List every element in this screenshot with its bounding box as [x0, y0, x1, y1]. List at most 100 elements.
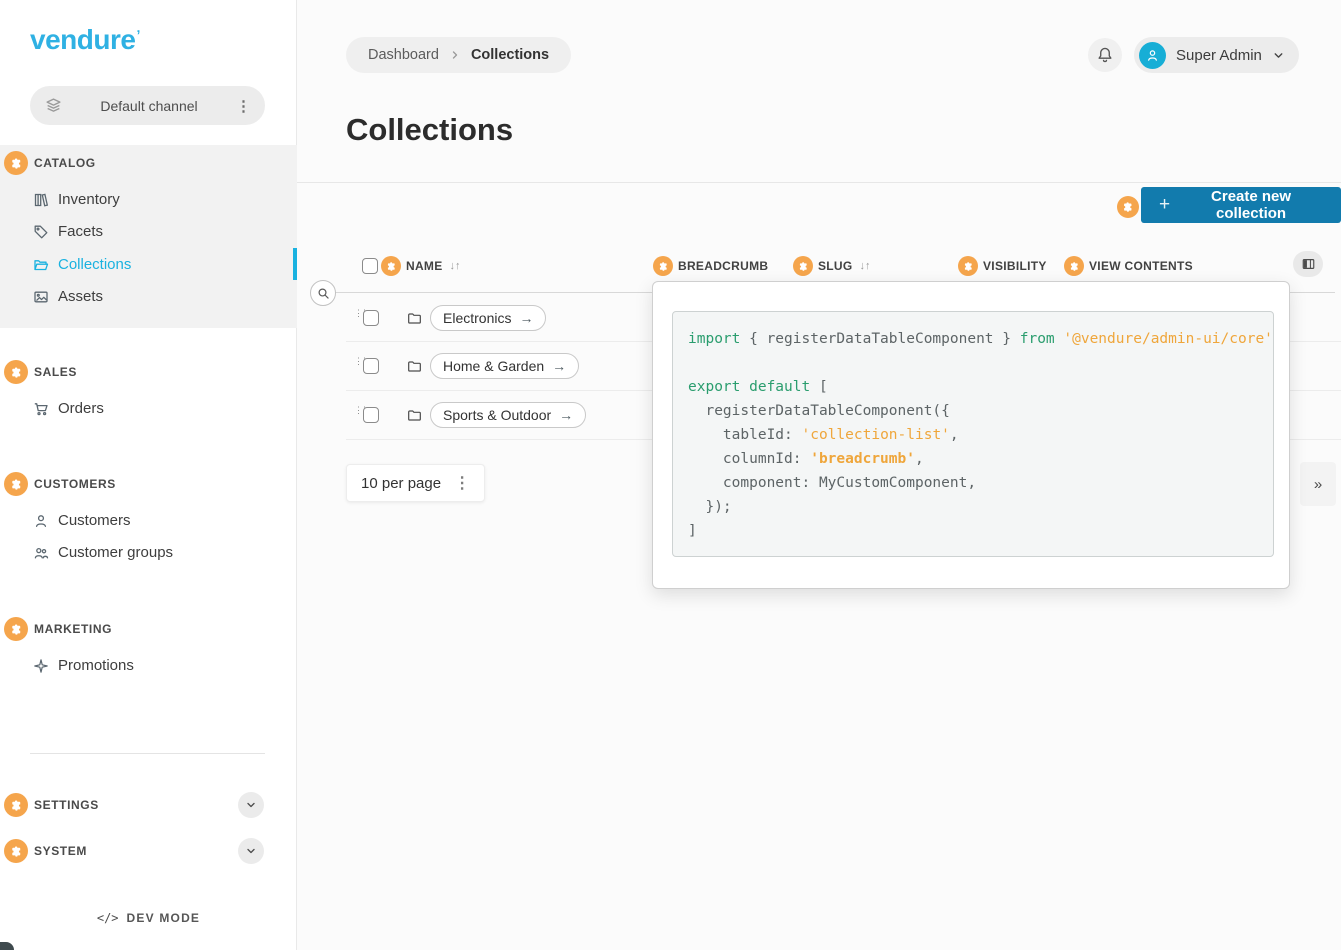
section-label: SYSTEM	[34, 844, 87, 858]
chevron-down-icon	[245, 845, 257, 857]
bell-icon	[1096, 46, 1114, 64]
dev-badge-icon[interactable]	[4, 839, 28, 863]
row-checkbox[interactable]	[363, 407, 379, 423]
sidebar-section-catalog: CATALOG	[4, 151, 96, 175]
sidebar-section-marketing: MARKETING	[4, 617, 112, 641]
sidebar-item-label: Collections	[58, 256, 131, 273]
dev-badge-icon[interactable]	[4, 472, 28, 496]
sidebar-item-customer-groups[interactable]: Customer groups	[0, 537, 293, 568]
breadcrumb-dashboard[interactable]: Dashboard	[368, 47, 439, 63]
layers-icon	[45, 97, 62, 114]
search-button[interactable]	[310, 280, 336, 306]
code-line: registerDataTableComponent({	[688, 399, 1273, 423]
logo-text: vendure	[30, 24, 135, 55]
dev-badge-icon[interactable]	[653, 256, 673, 276]
code-line: tableId: 'collection-list',	[688, 423, 1273, 447]
arrow-right-icon: →	[519, 310, 533, 326]
code-line: });	[688, 495, 1273, 519]
page-title: Collections	[346, 112, 513, 148]
main-content: Dashboard Collections Super Admin Collec…	[297, 0, 1341, 950]
column-header-visibility[interactable]: VISIBILITY	[958, 256, 1047, 276]
collection-name: Electronics	[443, 310, 511, 326]
dev-mode-toggle[interactable]: </>DEV MODE	[0, 911, 297, 925]
dev-badge-icon[interactable]	[4, 617, 28, 641]
code-line: export default [	[688, 375, 1273, 399]
column-label: VIEW CONTENTS	[1089, 259, 1193, 273]
sidebar-section-sales: SALES	[4, 360, 77, 384]
channel-selector[interactable]: Default channel ⋮	[30, 86, 265, 125]
columns-icon	[1301, 257, 1316, 271]
section-label: CUSTOMERS	[34, 477, 116, 491]
kebab-menu-icon: ⋮	[454, 473, 470, 493]
dev-badge-icon[interactable]	[4, 360, 28, 384]
user-menu[interactable]: Super Admin	[1134, 37, 1299, 73]
row-checkbox[interactable]	[363, 310, 379, 326]
cart-icon	[33, 401, 50, 417]
dev-mode-label: DEV MODE	[127, 911, 201, 925]
sidebar-item-customers[interactable]: Customers	[0, 505, 293, 536]
select-all-checkbox[interactable]	[362, 258, 378, 274]
create-new-collection-button[interactable]: + Create new collection	[1141, 187, 1341, 223]
search-icon	[317, 287, 330, 300]
items-per-page-selector[interactable]: 10 per page ⋮	[346, 464, 485, 502]
section-label: CATALOG	[34, 156, 96, 170]
breadcrumb: Dashboard Collections	[346, 37, 571, 73]
collection-name-chip[interactable]: Home & Garden →	[430, 353, 579, 379]
arrow-right-icon: →	[552, 358, 566, 374]
sidebar-item-orders[interactable]: Orders	[0, 393, 293, 424]
column-header-slug[interactable]: SLUG ↓↑	[793, 256, 871, 276]
dev-badge-icon[interactable]	[793, 256, 813, 276]
sidebar-item-label: Assets	[58, 288, 103, 305]
section-label: SALES	[34, 365, 77, 379]
sidebar-item-assets[interactable]: Assets	[0, 281, 293, 312]
tag-icon	[33, 224, 50, 240]
collection-name: Home & Garden	[443, 358, 544, 374]
column-header-breadcrumb[interactable]: BREADCRUMB	[653, 256, 768, 276]
column-label: VISIBILITY	[983, 259, 1047, 273]
sidebar: vendureʼ Default channel ⋮ CATALOG Inven…	[0, 0, 297, 950]
code-line: import { registerDataTableComponent } fr…	[688, 327, 1273, 351]
chevron-right-icon	[449, 49, 461, 61]
channel-menu-icon[interactable]: ⋮	[236, 97, 251, 115]
column-header-name[interactable]: NAME ↓↑	[381, 256, 461, 276]
row-checkbox[interactable]	[363, 358, 379, 374]
column-label: SLUG	[818, 259, 853, 273]
sidebar-item-label: Inventory	[58, 191, 120, 208]
chevron-down-icon	[245, 799, 257, 811]
sidebar-divider	[30, 753, 265, 754]
sidebar-item-promotions[interactable]: Promotions	[0, 650, 293, 681]
sidebar-section-customers: CUSTOMERS	[4, 472, 116, 496]
dev-badge-icon[interactable]	[4, 793, 28, 817]
user-name: Super Admin	[1176, 47, 1262, 64]
system-expand-button[interactable]	[238, 838, 264, 864]
collection-name: Sports & Outdoor	[443, 407, 551, 423]
settings-expand-button[interactable]	[238, 792, 264, 818]
sidebar-item-facets[interactable]: Facets	[0, 216, 293, 247]
column-settings-button[interactable]	[1293, 251, 1323, 277]
code-line: columnId: 'breadcrumb',	[688, 447, 1273, 471]
sort-icon[interactable]: ↓↑	[450, 260, 461, 272]
code-line: component: MyCustomComponent,	[688, 471, 1273, 495]
avatar	[1139, 42, 1166, 69]
sidebar-item-label: Customer groups	[58, 544, 173, 561]
dev-badge-icon[interactable]	[4, 151, 28, 175]
column-header-view-contents[interactable]: VIEW CONTENTS	[1064, 256, 1193, 276]
sidebar-item-inventory[interactable]: Inventory	[0, 184, 293, 215]
vendure-logo[interactable]: vendureʼ	[30, 24, 139, 56]
folder-icon	[407, 311, 422, 326]
collection-name-chip[interactable]: Sports & Outdoor →	[430, 402, 586, 428]
users-icon	[33, 545, 50, 561]
dev-badge-icon[interactable]	[1064, 256, 1084, 276]
collection-name-chip[interactable]: Electronics →	[430, 305, 546, 331]
next-page-button[interactable]: »	[1300, 462, 1336, 506]
notifications-button[interactable]	[1088, 38, 1122, 72]
logo-tick: ʼ	[136, 27, 139, 43]
dev-badge-icon[interactable]	[1117, 196, 1139, 218]
dev-badge-icon[interactable]	[381, 256, 401, 276]
sort-icon[interactable]: ↓↑	[860, 260, 871, 272]
column-label: BREADCRUMB	[678, 259, 768, 273]
sidebar-item-collections[interactable]: Collections	[0, 249, 293, 280]
folder-icon	[407, 408, 422, 423]
sidebar-item-label: Orders	[58, 400, 104, 417]
dev-badge-icon[interactable]	[958, 256, 978, 276]
